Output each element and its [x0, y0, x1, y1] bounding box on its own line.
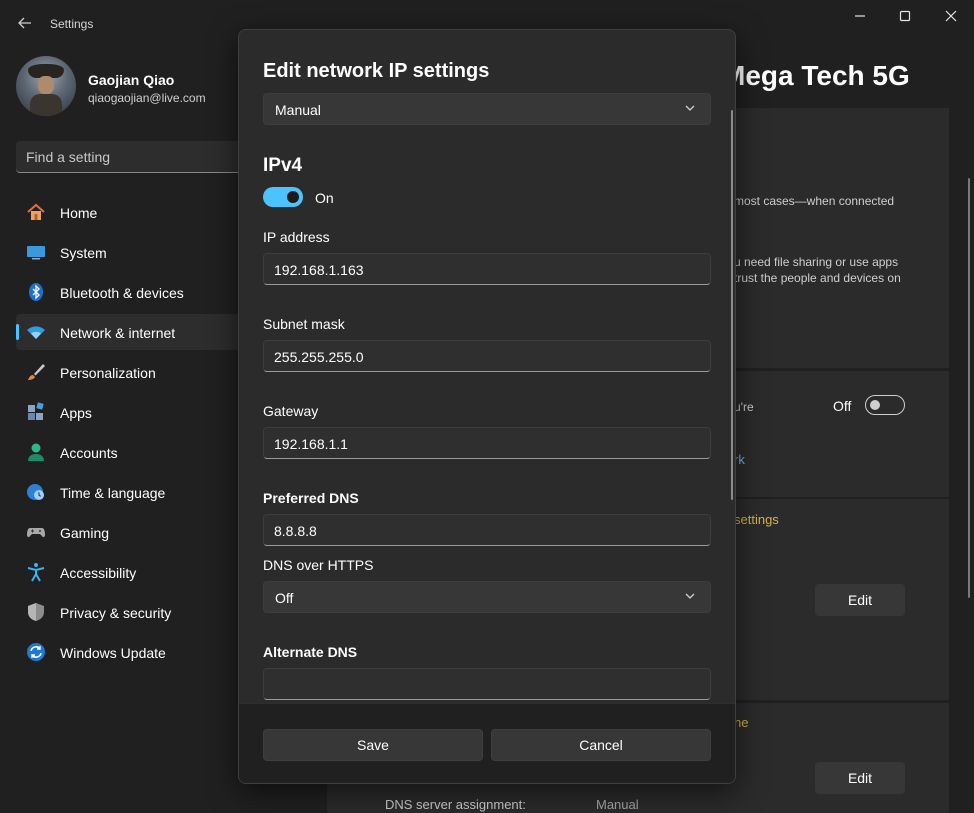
globe-clock-icon	[27, 484, 44, 500]
home-icon	[27, 203, 45, 220]
back-button[interactable]	[14, 12, 36, 34]
chevron-down-icon	[685, 105, 695, 111]
sidebar-item-personalization[interactable]: Personalization	[16, 354, 256, 390]
sidebar-item-home[interactable]: Home	[16, 194, 256, 230]
close-button[interactable]	[934, 6, 968, 28]
ip-mode-select[interactable]: Manual	[263, 93, 711, 125]
dns-link[interactable]: ne	[734, 715, 748, 730]
gamepad-icon	[27, 528, 45, 538]
sidebar-item-windows-update[interactable]: Windows Update	[16, 634, 256, 670]
dns-assignment-label: DNS server assignment:	[385, 797, 526, 812]
sidebar-item-label: Bluetooth & devices	[60, 285, 184, 301]
sidebar: Home System Bluetooth & devices Network …	[16, 194, 256, 674]
settings-link[interactable]: settings	[734, 512, 779, 527]
ip-address-label: IP address	[263, 229, 330, 245]
sidebar-item-label: Network & internet	[60, 325, 176, 341]
preferred-dns-label: Preferred DNS	[263, 490, 359, 506]
subnet-mask-label: Subnet mask	[263, 316, 345, 332]
sidebar-item-label: Gaming	[60, 525, 110, 541]
dialog-scrollbar[interactable]	[731, 110, 733, 500]
sidebar-item-accessibility[interactable]: Accessibility	[16, 554, 256, 590]
update-icon	[27, 643, 45, 661]
preferred-dns-field[interactable]: 8.8.8.8	[263, 514, 711, 546]
sidebar-item-gaming[interactable]: Gaming	[16, 514, 256, 550]
network-profile-description: u need file sharing or use apps	[734, 255, 899, 269]
close-icon	[945, 10, 957, 22]
sidebar-item-label: Time & language	[60, 485, 166, 501]
bluetooth-icon	[29, 283, 43, 301]
sidebar-item-network[interactable]: Network & internet	[16, 314, 256, 350]
wifi-icon	[27, 326, 45, 339]
accessibility-icon	[27, 563, 45, 582]
user-name: Gaojian Qiao	[88, 72, 175, 88]
settings-card	[720, 371, 949, 497]
ip-mode-value: Manual	[275, 102, 321, 118]
preferred-dns-value: 8.8.8.8	[274, 523, 317, 539]
maximize-button[interactable]	[888, 6, 922, 28]
edit-ip-dialog: Edit network IP settings Manual IPv4 On …	[238, 29, 736, 784]
sidebar-item-time-language[interactable]: Time & language	[16, 474, 256, 510]
sidebar-item-label: Home	[60, 205, 98, 221]
page-title: Mega Tech 5G	[722, 60, 910, 91]
maximize-icon	[899, 10, 911, 22]
sidebar-item-label: Accounts	[60, 445, 118, 461]
ip-address-field[interactable]: 192.168.1.163	[263, 253, 711, 285]
shield-icon	[28, 603, 44, 621]
metered-connection-text: u're	[734, 400, 754, 414]
app-title: Settings	[50, 17, 94, 31]
dns-assignment-value: Manual	[596, 797, 639, 812]
network-profile-description: trust the people and devices on	[734, 271, 901, 285]
cancel-button[interactable]: Cancel	[491, 729, 711, 761]
ipv4-toggle[interactable]	[263, 187, 303, 207]
avatar[interactable]	[16, 56, 76, 116]
ipv4-toggle-label: On	[315, 190, 334, 206]
alternate-dns-label: Alternate DNS	[263, 644, 358, 660]
sidebar-item-label: Windows Update	[60, 645, 166, 661]
dialog-title: Edit network IP settings	[263, 60, 490, 82]
gateway-label: Gateway	[263, 403, 319, 419]
user-email: qiaogaojian@live.com	[88, 91, 206, 105]
toggle-state-label: Off	[833, 398, 852, 414]
network-profile-description: most cases—when connected	[734, 194, 895, 208]
minimize-button[interactable]	[843, 6, 877, 28]
subnet-mask-field[interactable]: 255.255.255.0	[263, 340, 711, 372]
subnet-mask-value: 255.255.255.0	[274, 349, 364, 365]
arrow-left-icon	[18, 17, 31, 29]
metered-connection-toggle[interactable]	[865, 395, 905, 415]
chevron-down-icon	[685, 593, 695, 599]
settings-card	[720, 108, 949, 368]
sidebar-item-privacy[interactable]: Privacy & security	[16, 594, 256, 630]
alternate-dns-field[interactable]	[263, 668, 711, 700]
sidebar-item-label: Accessibility	[60, 565, 137, 581]
edit-dns-button[interactable]: Edit	[815, 762, 905, 794]
paintbrush-icon	[28, 364, 45, 380]
gateway-value: 192.168.1.1	[274, 436, 348, 452]
apps-icon	[28, 402, 44, 420]
sidebar-item-label: Privacy & security	[60, 605, 172, 621]
search-input[interactable]: Find a setting	[16, 141, 256, 173]
sidebar-item-label: Personalization	[60, 365, 156, 381]
sidebar-item-bluetooth[interactable]: Bluetooth & devices	[16, 274, 256, 310]
dialog-footer: Save Cancel	[239, 703, 735, 783]
edit-button[interactable]: Edit	[815, 584, 905, 616]
dns-over-https-label: DNS over HTTPS	[263, 557, 374, 573]
ipv4-heading: IPv4	[263, 155, 303, 176]
ip-address-value: 192.168.1.163	[274, 262, 364, 278]
sidebar-item-label: Apps	[60, 405, 92, 421]
monitor-icon	[27, 246, 45, 260]
main-scrollbar[interactable]	[968, 178, 970, 598]
search-placeholder: Find a setting	[26, 149, 111, 165]
save-button[interactable]: Save	[263, 729, 483, 761]
sidebar-item-accounts[interactable]: Accounts	[16, 434, 256, 470]
sidebar-item-system[interactable]: System	[16, 234, 256, 270]
dns-over-https-select[interactable]: Off	[263, 581, 711, 613]
sidebar-item-apps[interactable]: Apps	[16, 394, 256, 430]
gateway-field[interactable]: 192.168.1.1	[263, 427, 711, 459]
minimize-icon	[855, 15, 865, 17]
dns-over-https-value: Off	[275, 590, 294, 606]
sidebar-item-label: System	[60, 245, 107, 261]
person-icon	[28, 443, 44, 461]
